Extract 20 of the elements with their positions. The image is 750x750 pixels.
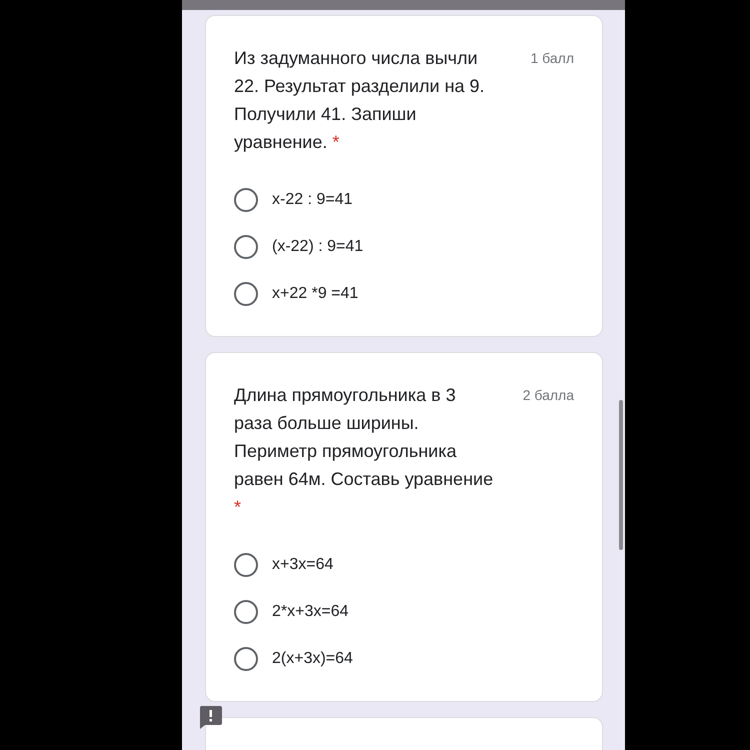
option-label[interactable]: x+3x=64 bbox=[272, 553, 334, 577]
points-label: 1 балл bbox=[530, 49, 574, 68]
radio-button[interactable] bbox=[234, 235, 258, 259]
points-label: 2 балла bbox=[522, 386, 574, 405]
option-label[interactable]: 2*x+3x=64 bbox=[272, 600, 349, 624]
question-text: Из задуманного числа вычли 22. Результат разделили на 9. Получили 41. Запиши уравнение. * bbox=[234, 47, 486, 154]
option-label[interactable]: (x-22) : 9=41 bbox=[272, 235, 364, 259]
feedback-icon[interactable] bbox=[198, 705, 223, 730]
radio-button[interactable] bbox=[234, 647, 258, 671]
option-label[interactable]: x-22 : 9=41 bbox=[272, 188, 352, 212]
option-label[interactable]: x+22 *9 =41 bbox=[272, 282, 358, 306]
question-text: Длина прямоугольника в 3 раза больше ширины. Периметр прямоугольника равен 64м. Составь уравнение * bbox=[234, 384, 494, 519]
radio-button[interactable] bbox=[234, 282, 258, 306]
option-label[interactable]: 2(x+3x)=64 bbox=[272, 647, 353, 671]
radio-button[interactable] bbox=[234, 188, 258, 212]
required-asterisk: * bbox=[234, 497, 242, 517]
scrollbar[interactable] bbox=[619, 400, 623, 550]
radio-button[interactable] bbox=[234, 553, 258, 577]
radio-button[interactable] bbox=[234, 600, 258, 624]
required-asterisk: * bbox=[332, 132, 340, 152]
